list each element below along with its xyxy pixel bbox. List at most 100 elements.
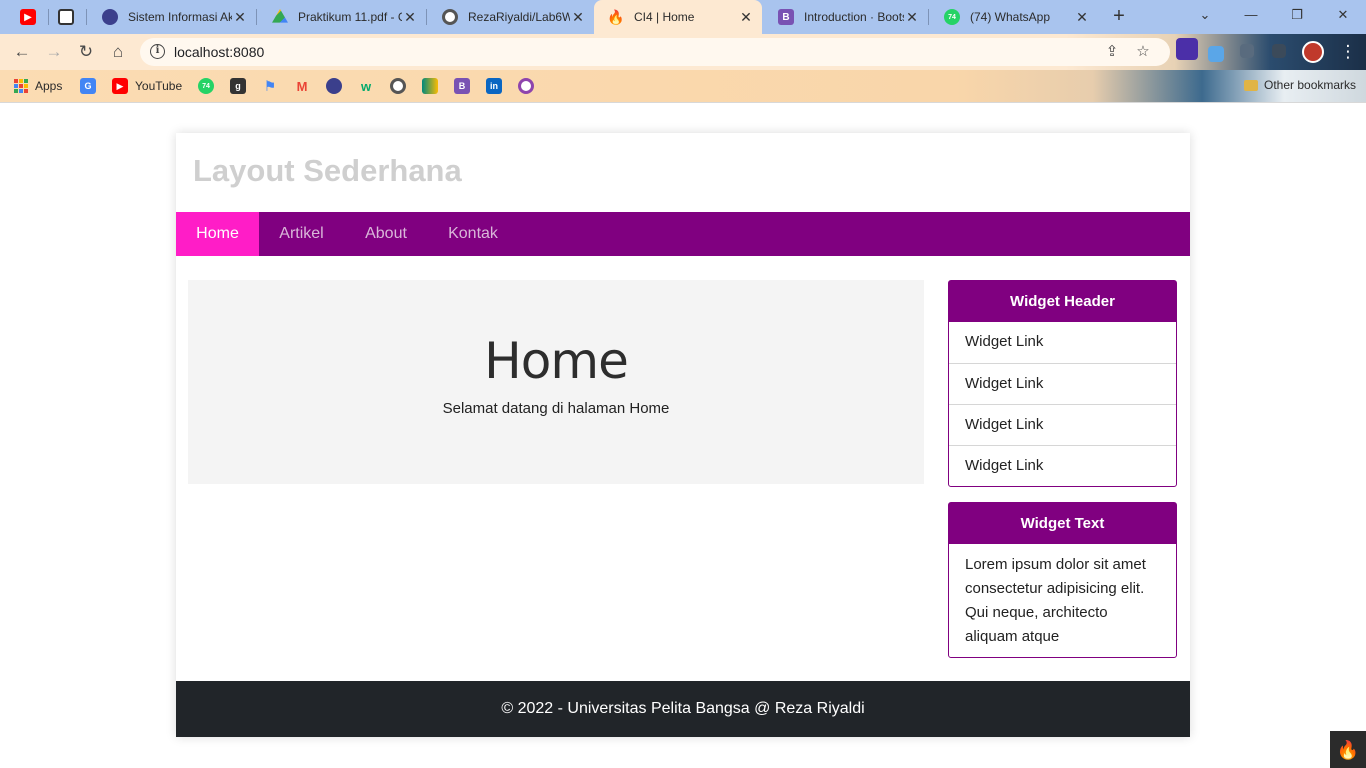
restore-button[interactable]: ❐ (1274, 0, 1320, 30)
bookmark-linkedin[interactable]: in (486, 76, 502, 96)
grid-icon (58, 9, 74, 25)
home-icon[interactable]: ⌂ (106, 40, 130, 64)
github-icon (442, 9, 458, 25)
bookmark-search-lens[interactable] (518, 76, 534, 96)
bookmark-bootstrap[interactable]: B (454, 76, 470, 96)
nav-artikel[interactable]: Artikel (259, 212, 344, 256)
tab-search-button[interactable]: ⌄ (1182, 0, 1228, 30)
bookmark-apps[interactable]: Apps (14, 76, 62, 96)
github-icon (390, 78, 406, 94)
search-lens-icon (518, 78, 534, 94)
bookmark-youtube[interactable]: ▶ YouTube (112, 76, 182, 96)
bookmark-meet[interactable] (422, 76, 438, 96)
bookmark-goodreads[interactable]: g (230, 76, 246, 96)
widget-header: Widget Text (949, 503, 1176, 544)
widget-link[interactable]: Widget Link (949, 404, 1176, 445)
bookmark-github[interactable] (390, 76, 406, 96)
whatsapp-icon: 74 (198, 78, 214, 94)
bookmark-w3schools[interactable]: w (358, 76, 374, 96)
tab-youtube[interactable]: ▶ (6, 0, 48, 34)
bookmark-flag[interactable]: ⚑ (262, 76, 278, 96)
new-tab-button[interactable]: + (1106, 5, 1132, 29)
bookmark-google-translate[interactable]: G (80, 76, 96, 96)
reload-icon[interactable]: ↻ (74, 40, 98, 64)
other-bookmarks[interactable]: Other bookmarks (1244, 78, 1356, 92)
meet-icon (422, 78, 438, 94)
codeigniter-debug-toolbar-icon[interactable]: 🔥 (1330, 731, 1366, 768)
widget-link[interactable]: Widget Link (949, 363, 1176, 404)
bookmark-gmail[interactable]: M (294, 76, 310, 96)
apps-grid-icon (14, 79, 28, 93)
tab-github[interactable]: RezaRiyaldi/Lab6W ✕ (428, 0, 594, 34)
tab-title: Introduction · Boots (804, 10, 904, 24)
tab-whatsapp[interactable]: 74 (74) WhatsApp ✕ (930, 0, 1098, 34)
nav-kontak[interactable]: Kontak (428, 212, 518, 256)
university-icon (326, 78, 342, 94)
url-text[interactable]: localhost:8080 (174, 44, 264, 60)
linkedin-icon: in (486, 78, 502, 94)
extension-icon[interactable] (1176, 38, 1198, 60)
gmail-icon: M (296, 78, 308, 94)
browser-tab-strip: ▶ Sistem Informasi Ak ✕ Praktikum 11.pdf… (0, 0, 1366, 34)
close-icon[interactable]: ✕ (402, 9, 418, 25)
site-title: Layout Sederhana (193, 153, 462, 188)
hero-subtitle: Selamat datang di halaman Home (442, 400, 670, 417)
nav-home[interactable]: Home (176, 212, 259, 256)
menu-icon[interactable]: ⋮ (1336, 40, 1360, 64)
back-icon[interactable]: ← (10, 40, 34, 64)
tab-title: RezaRiyaldi/Lab6W (468, 10, 570, 24)
w3schools-icon: w (360, 78, 372, 94)
folder-icon (1244, 79, 1258, 91)
tab-title: CI4 | Home (634, 10, 695, 24)
extension-icon[interactable] (1208, 46, 1224, 62)
site-header: Layout Sederhana (176, 133, 1190, 212)
widget-link[interactable]: Widget Link (949, 322, 1176, 363)
site-container: Layout Sederhana Home Artikel About Kont… (176, 133, 1190, 737)
tab-title: (74) WhatsApp (970, 10, 1051, 24)
share-icon[interactable]: ⇪ (1102, 42, 1122, 62)
tab-ci4-home[interactable]: 🔥 CI4 | Home ✕ (594, 0, 762, 34)
tab-grid[interactable] (50, 0, 86, 34)
goodreads-icon: g (230, 78, 246, 94)
bookmark-whatsapp[interactable]: 74 (198, 76, 214, 96)
bookmark-star-icon[interactable]: ☆ (1133, 42, 1153, 62)
bookmarks-bar: Apps G ▶ YouTube 74 g ⚑ M w B in Other b… (0, 70, 1366, 102)
tab-title: Praktikum 11.pdf - G (298, 10, 402, 24)
sidepanel-icon[interactable] (1272, 44, 1286, 58)
bookmark-university[interactable] (326, 76, 342, 96)
bootstrap-icon: B (778, 9, 794, 25)
close-icon[interactable]: ✕ (232, 9, 248, 25)
university-icon (102, 9, 118, 25)
nav-about[interactable]: About (344, 212, 428, 256)
close-icon[interactable]: ✕ (570, 9, 586, 25)
browser-toolbar: ← → ↻ ⌂ i localhost:8080 ⇪ ☆ ⋮ (0, 34, 1366, 70)
google-translate-icon: G (80, 78, 96, 94)
widget-links: Widget Header Widget Link Widget Link Wi… (948, 280, 1177, 487)
codeigniter-icon: 🔥 (607, 8, 625, 25)
whatsapp-icon: 74 (944, 9, 960, 25)
address-bar[interactable]: i localhost:8080 ⇪ ☆ (140, 38, 1170, 66)
close-icon[interactable]: ✕ (1074, 9, 1090, 25)
forward-icon[interactable]: → (42, 40, 66, 64)
minimize-button[interactable]: — (1228, 0, 1274, 30)
close-window-button[interactable]: ✕ (1320, 0, 1366, 30)
widget-text: Widget Text Lorem ipsum dolor sit amet c… (948, 502, 1177, 658)
drive-icon (272, 9, 288, 23)
tab-sistem-informasi[interactable]: Sistem Informasi Ak ✕ (88, 0, 256, 34)
close-icon[interactable]: ✕ (904, 9, 920, 25)
tab-praktikum[interactable]: Praktikum 11.pdf - G ✕ (258, 0, 426, 34)
youtube-icon: ▶ (20, 9, 36, 25)
hero-section: Home Selamat datang di halaman Home (188, 280, 924, 484)
main-nav: Home Artikel About Kontak (176, 212, 1190, 256)
tab-bootstrap[interactable]: B Introduction · Boots ✕ (764, 0, 928, 34)
puzzle-icon[interactable] (1240, 44, 1254, 58)
page-viewport: Layout Sederhana Home Artikel About Kont… (0, 102, 1366, 768)
youtube-icon: ▶ (112, 78, 128, 94)
hero-title: Home (484, 332, 629, 390)
site-footer: © 2022 - Universitas Pelita Bangsa @ Rez… (176, 681, 1190, 737)
avatar[interactable] (1302, 41, 1324, 63)
close-icon[interactable]: ✕ (738, 9, 754, 25)
flag-icon: ⚑ (263, 77, 277, 94)
site-info-icon[interactable]: i (150, 44, 165, 59)
widget-link[interactable]: Widget Link (949, 445, 1176, 486)
